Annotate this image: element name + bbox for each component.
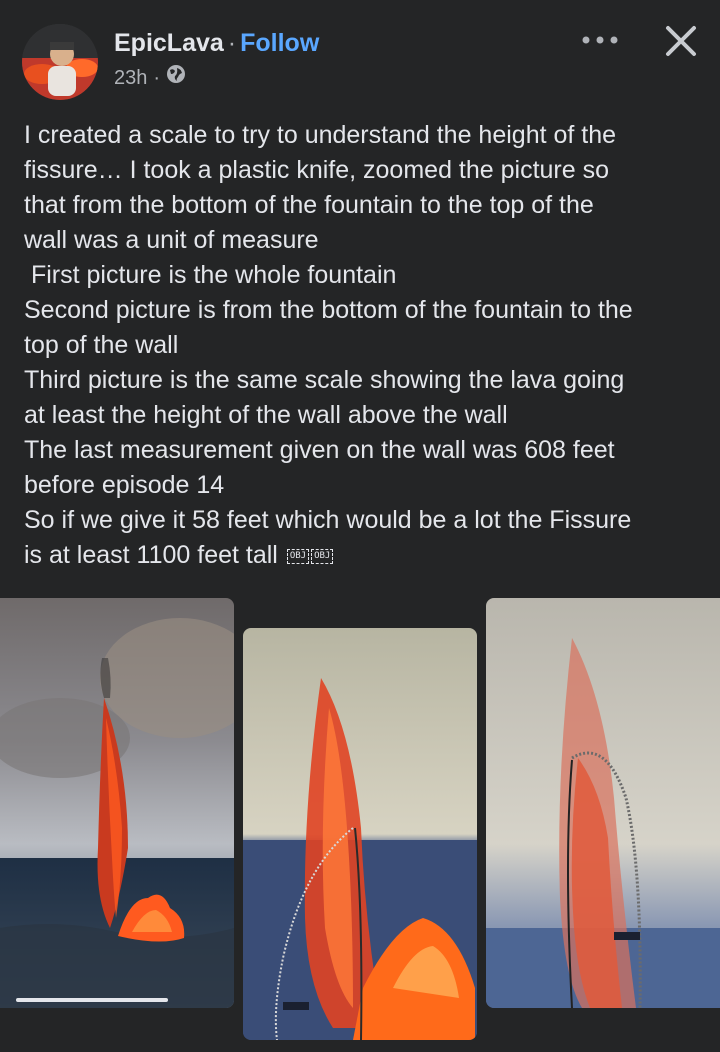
post-meta: 23h · bbox=[114, 64, 186, 91]
author-avatar[interactable] bbox=[22, 24, 98, 100]
more-horizontal-icon bbox=[582, 36, 618, 44]
obj-placeholder-icon: OBJ bbox=[311, 548, 334, 564]
post-time[interactable]: 23h bbox=[114, 65, 147, 91]
name-separator: · bbox=[227, 29, 237, 57]
meta-separator: · bbox=[153, 66, 161, 89]
post-body: I created a scale to try to understand t… bbox=[24, 118, 704, 573]
photo-fountain-scale[interactable] bbox=[243, 628, 477, 1040]
follow-button[interactable]: Follow bbox=[240, 29, 319, 57]
post-header: EpicLava · Follow 23h · bbox=[0, 0, 720, 110]
close-button[interactable] bbox=[660, 20, 702, 62]
photo-lava-above-wall[interactable] bbox=[486, 598, 720, 1008]
post-text-line: Second picture is from the bottom of the… bbox=[24, 296, 633, 324]
post-text-line: that from the bottom of the fountain to … bbox=[24, 191, 594, 219]
post-text-line: wall was a unit of measure bbox=[24, 226, 319, 254]
post-text-line: is at least 1100 feet tall bbox=[24, 541, 278, 569]
post-text-line: before episode 14 bbox=[24, 471, 225, 499]
video-progress-bar[interactable] bbox=[16, 998, 168, 1002]
post-text-line: at least the height of the wall above th… bbox=[24, 401, 508, 429]
post-text-line: First picture is the whole fountain bbox=[24, 261, 397, 289]
author-name[interactable]: EpicLava bbox=[114, 29, 224, 57]
more-options-button[interactable] bbox=[578, 30, 622, 50]
post-text-line: The last measurement given on the wall w… bbox=[24, 436, 615, 464]
post-text-line: top of the wall bbox=[24, 331, 179, 359]
photo-whole-fountain[interactable] bbox=[0, 598, 234, 1008]
post-text-line: fissure… I took a plastic knife, zoomed … bbox=[24, 156, 609, 184]
close-icon bbox=[666, 26, 696, 56]
author-row: EpicLava · Follow bbox=[114, 28, 319, 58]
globe-icon bbox=[166, 64, 186, 91]
post-text-line: Third picture is the same scale showing … bbox=[24, 366, 625, 394]
post-text-line: I created a scale to try to understand t… bbox=[24, 121, 617, 149]
post-text-line-last: is at least 1100 feet tall OBJ OBJ bbox=[24, 538, 704, 573]
obj-placeholder-icon: OBJ bbox=[286, 548, 310, 564]
post-text-line: So if we give it 58 feet which would be … bbox=[24, 506, 632, 534]
